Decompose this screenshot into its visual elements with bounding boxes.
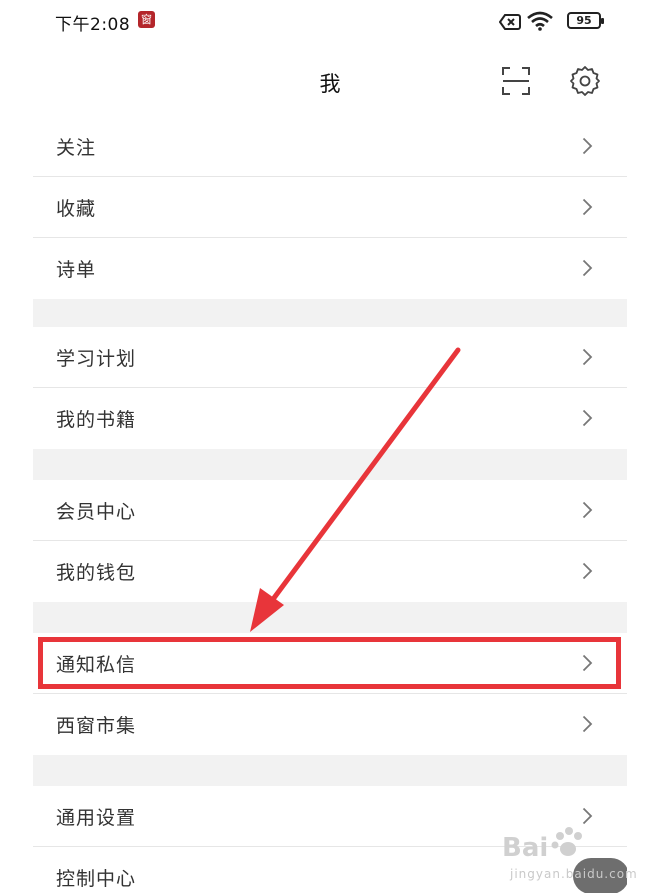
watermark-url: jingyan.baidu.com [510,867,638,881]
svg-text:Bai: Bai [502,833,548,863]
annotation-arrow-icon [250,347,461,632]
baidu-paw-icon: Bai [502,827,582,863]
